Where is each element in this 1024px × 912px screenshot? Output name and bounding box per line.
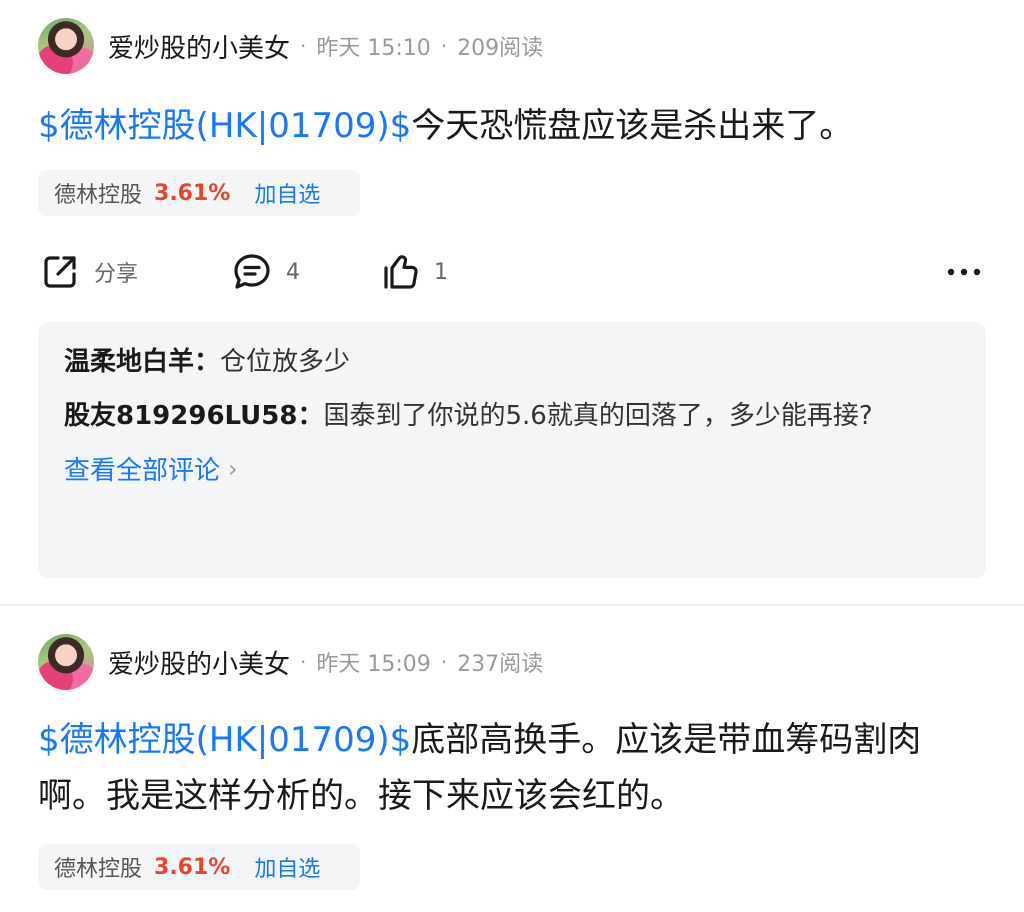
more-button[interactable] <box>942 244 986 300</box>
post-time: 昨天 15:09 <box>316 652 431 677</box>
avatar[interactable] <box>38 634 94 690</box>
like-count: 1 <box>434 259 448 285</box>
comment-preview: 温柔地白羊：仓位放多少 股友819296LU58：国泰到了你说的5.6就真的回落… <box>38 322 986 578</box>
author-name[interactable]: 爱炒股的小美女 <box>108 28 290 65</box>
add-watchlist-button[interactable]: 加自选 <box>254 851 320 883</box>
divider <box>0 604 1024 606</box>
stock-chip[interactable]: 德林控股 3.61% 加自选 <box>38 170 360 216</box>
comment-text: 仓位放多少 <box>220 347 351 377</box>
comment-item[interactable]: 股友819296LU58：国泰到了你说的5.6就真的回落了，多少能再接? <box>64 396 960 436</box>
stock-name: 德林控股 <box>54 183 143 208</box>
author-name[interactable]: 爱炒股的小美女 <box>108 644 290 681</box>
share-button[interactable]: 分享 <box>38 244 138 300</box>
meta-separator: · <box>300 650 307 674</box>
post-meta: 爱炒股的小美女 · 昨天 15:09 · 237阅读 <box>38 634 543 690</box>
meta-separator: · <box>300 34 307 58</box>
post-content[interactable]: $德林控股(HK|01709)$底部高换手。应该是带血筹码割肉啊。我是这样分析的… <box>38 712 988 824</box>
comment-icon <box>234 254 270 289</box>
comment-text: 国泰到了你说的5.6就真的回落了，多少能再接? <box>323 401 873 431</box>
stock-change: 3.61% <box>154 854 231 880</box>
thumbs-up-icon <box>384 255 418 289</box>
meta-separator: · <box>440 34 448 58</box>
comment-item[interactable]: 温柔地白羊：仓位放多少 <box>64 342 960 382</box>
stock-tag-link[interactable]: $德林控股(HK|01709)$ <box>38 106 411 146</box>
add-watchlist-button[interactable]: 加自选 <box>254 177 320 209</box>
post-content[interactable]: $德林控股(HK|01709)$今天恐慌盘应该是杀出来了。 <box>38 98 988 154</box>
comment-count: 4 <box>286 259 300 285</box>
view-all-label: 查看全部评论 <box>64 456 221 486</box>
like-button[interactable]: 1 <box>378 244 448 300</box>
stock-tag-link[interactable]: $德林控股(HK|01709)$ <box>38 720 411 760</box>
action-bar: 分享 4 1 <box>38 244 986 300</box>
stock-chip[interactable]: 德林控股 3.61% 加自选 <box>38 844 360 890</box>
read-count: 237阅读 <box>457 652 544 677</box>
chevron-right-icon: › <box>228 454 238 483</box>
post-meta: 爱炒股的小美女 · 昨天 15:10 · 209阅读 <box>38 18 543 74</box>
share-icon <box>44 256 76 288</box>
stock-change: 3.61% <box>154 180 231 206</box>
comment-button[interactable]: 4 <box>230 244 300 300</box>
avatar[interactable] <box>38 18 94 74</box>
more-icon <box>947 268 981 276</box>
comment-user[interactable]: 温柔地白羊： <box>64 347 220 377</box>
meta-separator: · <box>440 650 448 674</box>
share-label: 分享 <box>94 262 139 287</box>
post-body: 今天恐慌盘应该是杀出来了。 <box>411 106 854 146</box>
view-all-comments-link[interactable]: 查看全部评论 › <box>64 450 960 487</box>
read-count: 209阅读 <box>457 36 544 61</box>
post-time: 昨天 15:10 <box>316 36 431 61</box>
comment-user[interactable]: 股友819296LU58： <box>64 401 323 431</box>
stock-name: 德林控股 <box>54 857 143 882</box>
